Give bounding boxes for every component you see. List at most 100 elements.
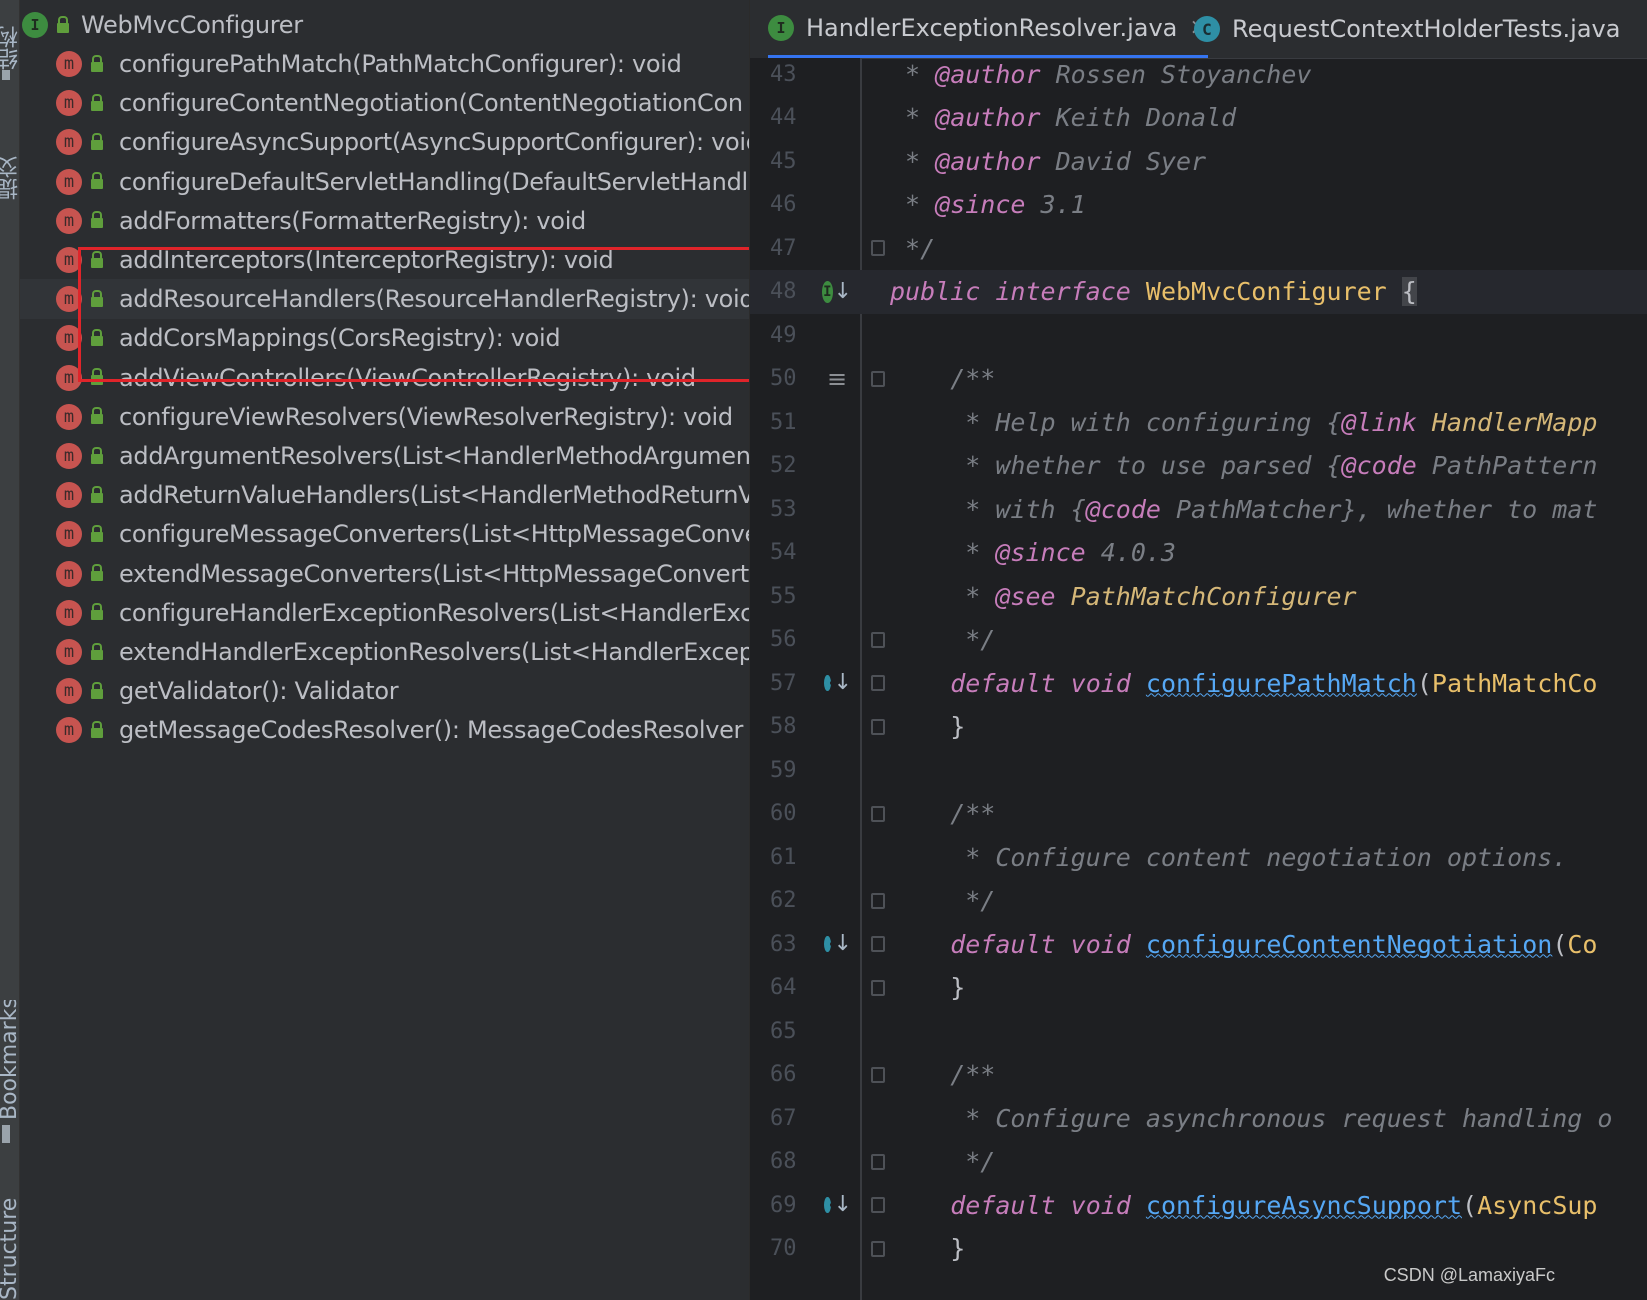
code-token: @code [1085, 494, 1161, 524]
code-token: Keith Donald [1040, 103, 1237, 132]
structure-method-item[interactable]: m extendMessageConverters(List<HttpMessag… [20, 554, 749, 594]
code-line[interactable]: 45 * @author David Syer [750, 139, 1647, 183]
structure-method-item[interactable]: m configureContentNegotiation(ContentNego… [20, 83, 749, 123]
code-line[interactable]: 62 */ [750, 879, 1647, 923]
structure-root[interactable]: I WebMvcConfigurer [20, 5, 749, 45]
code-line[interactable]: 58 } [750, 705, 1647, 749]
code-line[interactable]: 65 [750, 1009, 1647, 1053]
code-line[interactable]: 47 */ [750, 226, 1647, 270]
structure-method-item[interactable]: m addFormatters(FormatterRegistry): void [20, 201, 749, 241]
code-line[interactable]: 56 */ [750, 618, 1647, 662]
method-signature: getMessageCodesResolver(): MessageCodesR… [119, 716, 744, 745]
tab-request-context-holder-tests[interactable]: C RequestContextHolderTests.java [1194, 0, 1620, 58]
code-line[interactable]: 53 * with {@code PathMatcher}, whether t… [750, 487, 1647, 531]
overridden-method-icon[interactable]: ↓ [822, 668, 852, 698]
code-line[interactable]: 70 } [750, 1227, 1647, 1271]
structure-strip-tab-cn[interactable]: 结构 [0, 15, 19, 70]
fold-toggle-icon[interactable] [871, 892, 885, 909]
structure-method-item[interactable]: m getMessageCodesResolver(): MessageCodes… [20, 710, 749, 750]
structure-method-item[interactable]: m configurePathMatch(PathMatchConfigurer)… [20, 44, 749, 84]
code-line[interactable]: 54 * @since 4.0.3 [750, 531, 1647, 575]
public-access-icon [91, 93, 103, 111]
structure-method-item[interactable]: m getValidator(): Validator [20, 671, 749, 711]
fold-toggle-icon[interactable] [871, 1153, 885, 1170]
code-token: * [890, 103, 936, 132]
fold-toggle-icon[interactable] [871, 805, 885, 822]
code-line[interactable]: 67 * Configure asynchronous request hand… [750, 1096, 1647, 1140]
code-token: HandlerMapp [1416, 407, 1598, 437]
method-icon: m [56, 482, 82, 509]
structure-method-item[interactable]: m configureMessageConverters(List<HttpMes… [20, 514, 749, 554]
code-text: default void configurePathMatch(PathMatc… [890, 669, 1597, 698]
fold-toggle-icon[interactable] [871, 1066, 885, 1083]
code-line[interactable]: 51 * Help with configuring {@link Handle… [750, 400, 1647, 444]
code-line[interactable]: 57 ↓ default void configurePathMatch(Path… [750, 661, 1647, 705]
code-text: default void configureAsyncSupport(Async… [890, 1191, 1597, 1220]
code-line[interactable]: 44 * @author Keith Donald [750, 96, 1647, 140]
fold-toggle-icon[interactable] [871, 1240, 885, 1257]
line-number: 45 [770, 148, 797, 174]
line-number: 51 [770, 409, 797, 435]
public-access-icon [91, 132, 103, 150]
code-text: * whether to use parsed {@code PathPatte… [890, 451, 1597, 480]
code-line[interactable]: 52 * whether to use parsed {@code PathPa… [750, 444, 1647, 488]
code-text: */ [890, 625, 995, 654]
code-token: ( [1462, 1190, 1478, 1220]
structure-method-item[interactable]: m configureDefaultServletHandling(Default… [20, 162, 749, 202]
line-number: 62 [770, 888, 797, 913]
code-token: public [890, 277, 981, 306]
code-line[interactable]: 69 ↓ default void configureAsyncSupport(A… [750, 1183, 1647, 1227]
fold-toggle-icon[interactable] [871, 370, 885, 387]
structure-method-item[interactable]: m extendHandlerExceptionResolvers(List<Ha… [20, 632, 749, 672]
code-line[interactable]: 55 * @see PathMatchConfigurer [750, 574, 1647, 618]
fold-toggle-icon[interactable] [871, 675, 885, 691]
method-signature: configureHandlerExceptionResolvers(List<… [119, 598, 749, 627]
fold-toggle-icon[interactable] [871, 718, 885, 735]
code-line[interactable]: 48 I ↓ public interface WebMvcConfigurer { [750, 269, 1647, 314]
rendered-doc-toggle-icon[interactable]: ≡ [822, 364, 852, 394]
code-line[interactable]: 59 [750, 748, 1647, 792]
fold-toggle-icon[interactable] [871, 1197, 885, 1213]
fold-toggle-icon[interactable] [871, 631, 885, 648]
fold-toggle-icon[interactable] [871, 240, 885, 256]
code-line[interactable]: 68 */ [750, 1140, 1647, 1184]
code-line[interactable]: 46 * @since 3.1 [750, 183, 1647, 227]
tab-handler-exception-resolver[interactable]: I HandlerExceptionResolver.java × [768, 0, 1208, 58]
code-token: PathMatcher}, whether to mat [1160, 494, 1598, 524]
structure-method-item[interactable]: m addArgumentResolvers(List<HandlerMethod… [20, 436, 749, 476]
structure-method-item[interactable]: m configureViewResolvers(ViewResolverRegi… [20, 397, 749, 437]
code-line[interactable]: 49 [750, 313, 1647, 357]
code-line[interactable]: 66 /** [750, 1053, 1647, 1097]
bookmarks-strip-tab[interactable]: Bookmarks [0, 1000, 19, 1120]
structure-strip-tab[interactable]: Structure [0, 1180, 19, 1300]
structure-panel: I WebMvcConfigurer m configurePathMatch(P… [20, 0, 749, 1300]
overridden-method-icon[interactable]: ↓ [822, 929, 852, 959]
line-number: 52 [770, 453, 797, 478]
structure-method-item[interactable]: m configureHandlerExceptionResolvers(List… [20, 593, 749, 633]
code-line[interactable]: 60 /** [750, 792, 1647, 836]
commit-strip-tab[interactable]: 提交 [0, 130, 19, 200]
fold-toggle-icon[interactable] [871, 979, 885, 996]
code-line[interactable]: 63 ↓ default void configureContentNegotia… [750, 922, 1647, 966]
overridden-method-icon[interactable]: ↓ [822, 1190, 852, 1220]
method-icon: m [56, 443, 82, 469]
code-token: @since [995, 538, 1086, 567]
method-icon: m [56, 51, 82, 77]
code-text: */ [890, 886, 995, 915]
fold-toggle-icon[interactable] [871, 936, 885, 952]
code-token: */ [890, 1147, 996, 1176]
structure-method-item[interactable]: m addReturnValueHandlers(List<HandlerMeth… [20, 475, 749, 515]
code-line[interactable]: 61 * Configure content negotiation optio… [750, 835, 1647, 879]
implemented-by-icon[interactable]: I ↓ [822, 277, 852, 307]
line-number: 48 [770, 279, 797, 304]
method-icon: m [56, 599, 82, 626]
code-line[interactable]: 43 * @author Rossen Stoyanchev [750, 52, 1647, 96]
code-line[interactable]: 50 ≡ /** [750, 357, 1647, 401]
code-line[interactable]: 64 } [750, 966, 1647, 1010]
code-token: @since [935, 190, 1026, 219]
code-token: interface [995, 277, 1131, 306]
structure-method-item[interactable]: m configureAsyncSupport(AsyncSupportConfi… [20, 122, 749, 162]
